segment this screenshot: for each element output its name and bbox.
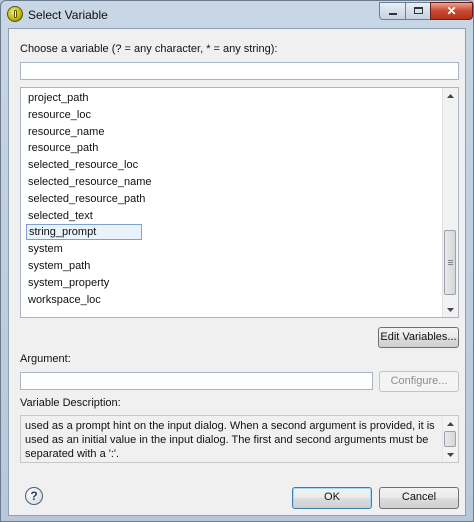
scroll-thumb[interactable] xyxy=(444,230,456,295)
scroll-up-icon[interactable] xyxy=(443,88,458,103)
variable-list-item[interactable]: resource_name xyxy=(26,124,106,140)
variable-list-item[interactable]: string_prompt xyxy=(26,224,142,241)
ok-button[interactable]: OK xyxy=(292,487,372,509)
close-button[interactable]: ✕ xyxy=(430,2,473,20)
maximize-button[interactable] xyxy=(405,2,431,20)
edit-variables-button[interactable]: Edit Variables... xyxy=(378,327,459,348)
maximize-icon xyxy=(414,7,423,14)
eclipse-app-icon xyxy=(7,6,23,22)
close-icon: ✕ xyxy=(446,4,457,18)
description-scrollbar[interactable] xyxy=(442,416,458,462)
scroll-down-icon[interactable] xyxy=(443,302,458,317)
help-icon[interactable]: ? xyxy=(25,487,43,505)
description-scroll-thumb[interactable] xyxy=(444,431,456,447)
description-label: Variable Description: xyxy=(20,397,121,409)
filter-input[interactable] xyxy=(20,62,459,80)
argument-label: Argument: xyxy=(20,353,71,365)
variable-list-item[interactable]: workspace_loc xyxy=(26,292,103,308)
variable-description-box[interactable]: used as a prompt hint on the input dialo… xyxy=(20,415,459,463)
description-scroll-down-icon[interactable] xyxy=(443,447,458,462)
variable-list-item[interactable]: resource_loc xyxy=(26,107,93,123)
minimize-button[interactable] xyxy=(379,2,406,20)
cancel-button[interactable]: Cancel xyxy=(379,487,459,509)
variable-list-item[interactable]: resource_path xyxy=(26,140,100,156)
variable-list-item[interactable]: system_path xyxy=(26,258,92,274)
title-bar[interactable]: Select Variable ✕ xyxy=(1,1,473,28)
argument-input[interactable] xyxy=(20,372,373,390)
minimize-icon xyxy=(389,13,397,15)
variable-list-item[interactable]: system xyxy=(26,241,65,257)
description-scroll-up-icon[interactable] xyxy=(443,416,458,431)
variable-list[interactable]: project_path resource_loc resource_name res… xyxy=(20,87,459,318)
window-title: Select Variable xyxy=(28,8,108,22)
filter-label: Choose a variable (? = any character, * … xyxy=(20,43,278,55)
variable-list-item[interactable]: selected_resource_loc xyxy=(26,157,140,173)
variable-list-item[interactable]: project_path xyxy=(26,90,91,106)
dialog-content: Choose a variable (? = any character, * … xyxy=(8,28,466,516)
variable-list-item[interactable]: selected_resource_path xyxy=(26,191,147,207)
variable-list-item[interactable]: selected_resource_name xyxy=(26,174,154,190)
select-variable-dialog: Select Variable ✕ Choose a variable (? =… xyxy=(0,0,474,522)
variable-list-item[interactable]: selected_text xyxy=(26,208,95,224)
variable-list-scrollbar[interactable] xyxy=(442,88,458,317)
configure-button[interactable]: Configure... xyxy=(379,371,459,392)
variable-list-item[interactable]: system_property xyxy=(26,275,111,291)
variable-description-text: used as a prompt hint on the input dialo… xyxy=(25,420,435,460)
